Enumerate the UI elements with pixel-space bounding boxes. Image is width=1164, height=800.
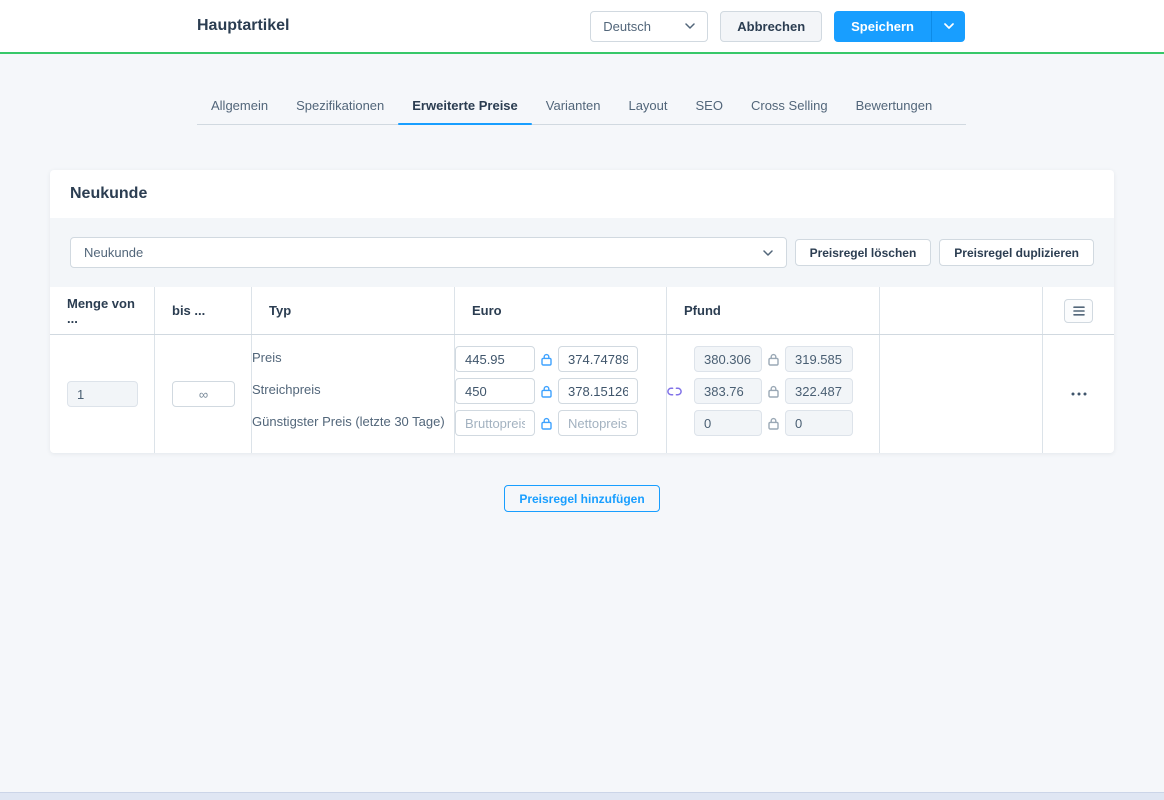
pound-list-price-net-input[interactable]: [785, 378, 853, 404]
chevron-down-icon: [763, 250, 773, 256]
rule-select-value: Neukunde: [84, 245, 143, 260]
euro-list-price-net-input[interactable]: [558, 378, 638, 404]
type-label-price: Preis: [252, 346, 454, 378]
pound-price-line: [667, 346, 879, 372]
cell-pound: [667, 335, 880, 453]
pound-list-price-gross-input[interactable]: [694, 378, 762, 404]
pound-cheapest-price-line: [667, 410, 879, 436]
smart-bar-actions: Deutsch Abbrechen Speichern: [590, 11, 965, 42]
page-title: Hauptartikel: [197, 17, 289, 35]
tab-cross-selling[interactable]: Cross Selling: [737, 90, 842, 124]
lock-icon: [768, 385, 779, 398]
chevron-down-icon: [944, 23, 954, 29]
link-icon[interactable]: [667, 387, 688, 396]
euro-cheapest-price-line: [455, 410, 666, 436]
euro-price-gross-input[interactable]: [455, 346, 535, 372]
lock-icon[interactable]: [541, 417, 552, 430]
pound-price-net-input[interactable]: [785, 346, 853, 372]
column-settings: [1043, 287, 1114, 334]
type-label-cheapest-price: Günstigster Preis (letzte 30 Tage): [252, 410, 454, 442]
price-rule-card-title: Neukunde: [70, 185, 147, 203]
delete-price-rule-button[interactable]: Preisregel löschen: [795, 239, 932, 266]
euro-cheapest-gross-input[interactable]: [455, 410, 535, 436]
smart-bar: Hauptartikel Deutsch Abbrechen Speichern: [0, 0, 1164, 54]
column-euro: Euro: [455, 287, 667, 334]
list-icon: [1073, 306, 1085, 316]
add-price-rule-button[interactable]: Preisregel hinzufügen: [504, 485, 659, 512]
price-table-row: Preis Streichpreis Günstigster Preis (le…: [50, 335, 1114, 453]
tab-seo[interactable]: SEO: [682, 90, 737, 124]
column-settings-button[interactable]: [1064, 299, 1093, 323]
price-rule-card-header: Neukunde: [50, 170, 1114, 218]
pound-list-price-line: [667, 378, 879, 404]
save-options-button[interactable]: [931, 11, 965, 42]
tab-bewertungen[interactable]: Bewertungen: [842, 90, 947, 124]
smart-bar-inner: Hauptartikel Deutsch Abbrechen Speichern: [197, 11, 965, 42]
lock-icon[interactable]: [541, 385, 552, 398]
chevron-down-icon: [685, 23, 695, 29]
pound-price-gross-input[interactable]: [694, 346, 762, 372]
lock-icon[interactable]: [541, 353, 552, 366]
cell-spacer: [880, 335, 1043, 453]
price-rule-card: Neukunde Neukunde Preisregel löschen Pre…: [50, 170, 1114, 453]
pound-cheapest-gross-input[interactable]: [694, 410, 762, 436]
horizontal-scrollbar[interactable]: [0, 792, 1164, 800]
cell-type: Preis Streichpreis Günstigster Preis (le…: [252, 335, 455, 453]
euro-cheapest-net-input[interactable]: [558, 410, 638, 436]
price-table-header: Menge von ... bis ... Typ Euro Pfund: [50, 287, 1114, 335]
tab-varianten[interactable]: Varianten: [532, 90, 615, 124]
cell-quantity-to: [155, 335, 252, 453]
language-select[interactable]: Deutsch: [590, 11, 708, 42]
column-quantity-to: bis ...: [155, 287, 252, 334]
save-button[interactable]: Speichern: [834, 11, 931, 42]
save-split-button: Speichern: [834, 11, 965, 42]
cell-quantity-from: [50, 335, 155, 453]
tab-erweiterte-preise[interactable]: Erweiterte Preise: [398, 90, 532, 124]
cell-euro: [455, 335, 667, 453]
tab-spezifikationen[interactable]: Spezifikationen: [282, 90, 398, 124]
row-context-menu-button[interactable]: [1043, 335, 1114, 453]
euro-price-line: [455, 346, 666, 372]
language-select-value: Deutsch: [603, 19, 651, 34]
add-rule-container: Preisregel hinzufügen: [0, 485, 1164, 512]
pound-cheapest-net-input[interactable]: [785, 410, 853, 436]
cancel-button[interactable]: Abbrechen: [720, 11, 822, 42]
rule-select[interactable]: Neukunde: [70, 237, 787, 268]
price-rule-toolbar: Neukunde Preisregel löschen Preisregel d…: [50, 218, 1114, 287]
column-quantity-from: Menge von ...: [50, 287, 155, 334]
column-pound: Pfund: [667, 287, 880, 334]
duplicate-price-rule-button[interactable]: Preisregel duplizieren: [939, 239, 1094, 266]
euro-list-price-line: [455, 378, 666, 404]
quantity-to-input[interactable]: [172, 381, 235, 407]
quantity-from-input[interactable]: [67, 381, 138, 407]
euro-list-price-gross-input[interactable]: [455, 378, 535, 404]
type-label-list-price: Streichpreis: [252, 378, 454, 410]
lock-icon: [768, 353, 779, 366]
tab-layout[interactable]: Layout: [614, 90, 681, 124]
lock-icon: [768, 417, 779, 430]
euro-price-net-input[interactable]: [558, 346, 638, 372]
product-detail-tabs: Allgemein Spezifikationen Erweiterte Pre…: [197, 90, 966, 125]
column-type: Typ: [252, 287, 455, 334]
tab-allgemein[interactable]: Allgemein: [197, 90, 282, 124]
column-spacer: [880, 287, 1043, 334]
ellipsis-icon: [1071, 392, 1087, 396]
